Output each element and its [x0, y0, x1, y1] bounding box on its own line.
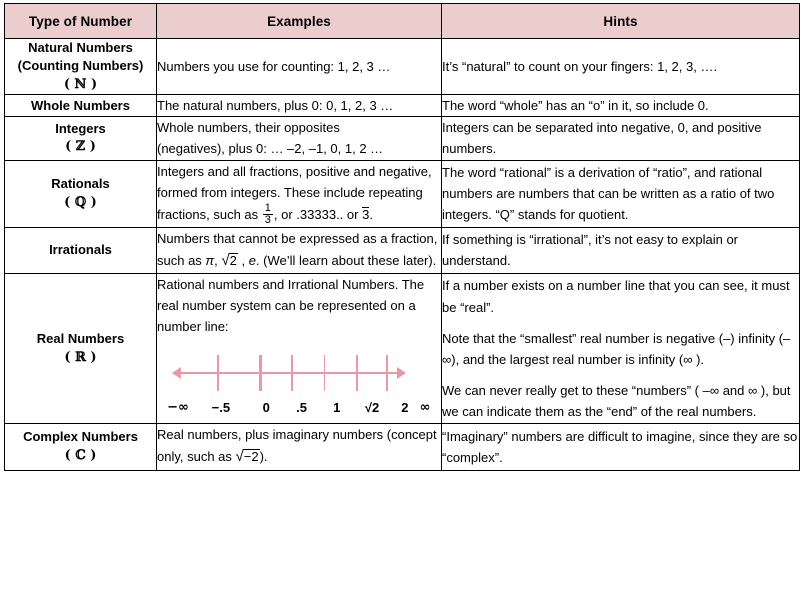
row-type-complex-numbers: Complex Numbers ( ℂ ) [4, 423, 157, 471]
column-header-hints: Hints [441, 3, 800, 39]
fraction-numerator: 1 [264, 201, 271, 214]
example-line: Whole numbers, their opposites [157, 120, 340, 136]
example-text: Real numbers, plus imaginary numbers (co… [157, 427, 437, 465]
type-symbol: ( ℤ ) [65, 139, 96, 155]
fraction-one-third: 13 [262, 201, 273, 227]
fraction-denominator: 3 [262, 214, 273, 227]
number-line-tick [291, 355, 293, 392]
type-line: Natural Numbers [28, 40, 133, 55]
type-symbol: ( ℕ ) [63, 76, 98, 92]
row-type-rationals: Rationals ( ℚ ) [4, 159, 157, 228]
row-hint-real-numbers: If a number exists on a number line that… [441, 273, 800, 425]
table-row: Rationals ( ℚ ) Integers and all fractio… [4, 159, 800, 228]
row-example-whole-numbers: The natural numbers, plus 0: 0, 1, 2, 3 … [156, 94, 442, 118]
row-example-irrationals: Numbers that cannot be expressed as a fr… [156, 226, 442, 275]
type-line: Complex Numbers [23, 429, 138, 445]
radicand: 2 [228, 252, 238, 268]
number-line-axis-area [172, 351, 406, 395]
row-hint-integers: Integers can be separated into negative,… [441, 116, 800, 161]
hint-paragraph: If a number exists on a number line that… [442, 278, 790, 315]
table-row: Complex Numbers ( ℂ ) Real numbers, plus… [4, 423, 800, 471]
row-hint-irrationals: If something is “irrational”, it’s not e… [441, 226, 800, 275]
table-row: Integers ( ℤ ) Whole numbers, their oppo… [4, 116, 800, 161]
row-type-integers: Integers ( ℤ ) [4, 116, 157, 161]
row-type-whole-numbers: Whole Numbers [4, 94, 157, 118]
pi-symbol: π [205, 252, 215, 268]
table-body: Natural Numbers (Counting Numbers) ( ℕ )… [4, 37, 800, 471]
table-row: Real Numbers ( ℝ ) Rational numbers and … [4, 273, 800, 425]
column-header-examples: Examples [156, 3, 442, 39]
number-line-label: −.5 [211, 400, 231, 416]
row-example-natural-numbers: Numbers you use for counting: 1, 2, 3 … [156, 37, 442, 96]
number-line-label: 2 [401, 400, 409, 416]
table-row: Irrationals Numbers that cannot be expre… [4, 226, 800, 275]
number-line-label: 0 [262, 400, 270, 416]
number-line-tick [258, 355, 262, 392]
table-row: Whole Numbers The natural numbers, plus … [4, 94, 800, 118]
type-symbol: ( ℚ ) [64, 194, 97, 210]
row-hint-whole-numbers: The word “whole” has an “o” in it, so in… [441, 94, 800, 118]
example-line: (negatives), plus 0: … –2, –1, 0, 1, 2 … [157, 141, 384, 157]
row-type-natural-numbers: Natural Numbers (Counting Numbers) ( ℕ ) [4, 37, 157, 96]
arrow-left-icon [172, 367, 181, 380]
hint-paragraph: We can never really get to these “number… [442, 382, 791, 419]
type-symbol: ( ℝ ) [64, 349, 97, 365]
example-text-after: ). [259, 449, 268, 465]
type-line: Whole Numbers [31, 97, 130, 113]
type-line: Rationals [51, 176, 110, 192]
radicand: −2 [242, 449, 260, 465]
e-symbol: e [248, 252, 256, 268]
type-line: Real Numbers [36, 331, 125, 347]
row-hint-complex-numbers: “Imaginary” numbers are difficult to ima… [441, 423, 800, 471]
header-row: Type of Number Examples Hints [4, 3, 800, 39]
example-text-after-fraction: , or .33333.. or [273, 206, 363, 222]
number-line-axis [173, 372, 405, 375]
row-hint-rationals: The word “rational” is a derivation of “… [441, 159, 800, 228]
number-line-tick [217, 355, 219, 392]
table-header: Type of Number Examples Hints [4, 3, 800, 39]
number-line-label: 1 [333, 400, 341, 416]
number-line-diagram: −∞ −.5 0 .5 1 √2 2 ∞ [167, 351, 441, 419]
hint-paragraph: Note that the “smallest” real number is … [442, 330, 791, 367]
example-intro-text: Rational numbers and Irrational Numbers.… [157, 277, 425, 335]
row-example-rationals: Integers and all fractions, positive and… [156, 159, 442, 228]
number-line-tick [323, 355, 326, 392]
row-hint-natural-numbers: It’s “natural” to count on your fingers:… [441, 37, 800, 96]
number-line-tick [386, 355, 389, 392]
type-line: (Counting Numbers) [17, 58, 144, 74]
row-example-complex-numbers: Real numbers, plus imaginary numbers (co… [156, 423, 442, 471]
example-separator: , [237, 252, 249, 268]
row-example-real-numbers: Rational numbers and Irrational Numbers.… [156, 273, 442, 425]
example-text-end: . [369, 206, 373, 222]
number-line-label: −∞ [167, 400, 189, 416]
example-text-after: . (We’ll learn about these later). [255, 252, 437, 268]
type-line: Irrationals [49, 242, 112, 258]
number-line-labels: −∞ −.5 0 .5 1 √2 2 ∞ [167, 397, 430, 419]
square-root-of-negative-two: √−2 [236, 448, 260, 465]
number-types-table: Type of Number Examples Hints Natural Nu… [4, 3, 800, 471]
table-row: Natural Numbers (Counting Numbers) ( ℕ )… [4, 37, 800, 96]
type-line: Integers [55, 121, 106, 136]
number-line-label: ∞ [419, 400, 431, 416]
row-type-real-numbers: Real Numbers ( ℝ ) [4, 273, 157, 425]
number-line-label: .5 [296, 400, 307, 416]
type-symbol: ( ℂ ) [64, 447, 97, 463]
arrow-right-icon [397, 367, 406, 380]
column-header-type: Type of Number [4, 3, 157, 39]
square-root-of-two: √2 [221, 252, 238, 269]
number-line-label: √2 [364, 400, 380, 416]
row-example-integers: Whole numbers, their opposites (negative… [156, 116, 442, 161]
row-type-irrationals: Irrationals [4, 226, 157, 275]
number-line-tick [356, 355, 358, 392]
